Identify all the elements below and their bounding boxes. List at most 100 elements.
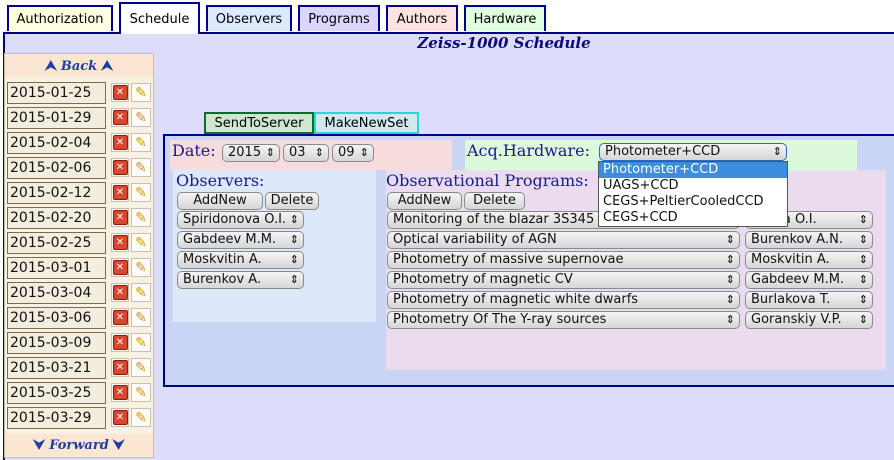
program-author-select[interactable]: Gabdeev M.M. ⇕ bbox=[745, 271, 873, 289]
observer-select[interactable]: Spiridonova O.I. ⇕ bbox=[177, 211, 304, 229]
date-entry[interactable]: 2015-03-21 bbox=[7, 357, 106, 379]
tab-label: Programs bbox=[308, 11, 370, 27]
month-select[interactable]: 03 ⇕ bbox=[283, 144, 329, 162]
addnew-label: AddNew bbox=[193, 193, 247, 208]
program-select[interactable]: Optical variability of AGN ⇕ bbox=[387, 231, 740, 249]
tab-label: Observers bbox=[215, 11, 283, 27]
updown-icon: ⇕ bbox=[772, 145, 782, 158]
program-author-select[interactable]: Burlakova T. ⇕ bbox=[745, 291, 873, 309]
double-down-arrow-icon: ⮟ bbox=[33, 437, 46, 453]
updown-icon: ⇕ bbox=[314, 146, 324, 159]
edit-date-button[interactable]: ✎ bbox=[131, 158, 151, 177]
program-select[interactable]: Photometry of magnetic white dwarfs ⇕ bbox=[387, 291, 740, 309]
pencil-icon: ✎ bbox=[135, 309, 147, 326]
delete-date-button[interactable]: ✕ bbox=[111, 308, 129, 327]
updown-icon: ⇕ bbox=[725, 233, 735, 246]
forward-button[interactable]: ⮟ Forward ⮟ bbox=[5, 434, 153, 456]
edit-date-button[interactable]: ✎ bbox=[131, 233, 151, 252]
delete-date-button[interactable]: ✕ bbox=[111, 158, 129, 177]
hardware-option[interactable]: CEGS+CCD bbox=[599, 210, 787, 226]
tab-label: Hardware bbox=[473, 11, 537, 27]
make-new-set-button[interactable]: MakeNewSet bbox=[314, 112, 419, 134]
delete-date-button[interactable]: ✕ bbox=[111, 408, 129, 427]
tab-authors[interactable]: Authors bbox=[386, 5, 458, 31]
hardware-option[interactable]: Photometer+CCD bbox=[599, 162, 787, 178]
date-entry[interactable]: 2015-01-29 bbox=[7, 107, 106, 129]
date-list: ⮝ Back ⮝ 2015-01-25 ✕ ✎ 2015-01-29 ✕ ✎ 2015-02… bbox=[4, 53, 154, 458]
date-entry[interactable]: 2015-03-09 bbox=[7, 332, 106, 354]
program-name: Photometry Of The Y-ray sources bbox=[393, 312, 607, 327]
observer-select[interactable]: Gabdeev M.M. ⇕ bbox=[177, 231, 304, 249]
delete-date-button[interactable]: ✕ bbox=[111, 258, 129, 277]
date-entry[interactable]: 2015-02-25 bbox=[7, 232, 106, 254]
date-entry[interactable]: 2015-03-01 bbox=[7, 257, 106, 279]
edit-date-button[interactable]: ✎ bbox=[131, 333, 151, 352]
edit-date-button[interactable]: ✎ bbox=[131, 183, 151, 202]
hardware-option[interactable]: CEGS+PeltierCooledCCD bbox=[599, 194, 787, 210]
pencil-icon: ✎ bbox=[135, 359, 147, 376]
day-select[interactable]: 09 ⇕ bbox=[332, 144, 374, 162]
edit-date-button[interactable]: ✎ bbox=[131, 83, 151, 102]
delete-date-button[interactable]: ✕ bbox=[111, 133, 129, 152]
hardware-select[interactable]: Photometer+CCD ⇕ bbox=[599, 143, 787, 161]
edit-date-button[interactable]: ✎ bbox=[131, 258, 151, 277]
tab-observers[interactable]: Observers bbox=[206, 5, 292, 31]
date-entry[interactable]: 2015-01-25 bbox=[7, 82, 106, 104]
delete-program-button[interactable]: Delete bbox=[464, 192, 525, 210]
edit-date-button[interactable]: ✎ bbox=[131, 283, 151, 302]
edit-date-button[interactable]: ✎ bbox=[131, 408, 151, 427]
tab-authorization[interactable]: Authorization bbox=[7, 5, 113, 31]
observer-name: Burenkov A. bbox=[183, 272, 262, 287]
add-observer-button[interactable]: AddNew bbox=[177, 192, 263, 210]
program-select[interactable]: Photometry Of The Y-ray sources ⇕ bbox=[387, 311, 740, 329]
tab-schedule[interactable]: Schedule bbox=[119, 2, 200, 34]
pencil-icon: ✎ bbox=[135, 84, 147, 101]
program-select[interactable]: Photometry of magnetic CV ⇕ bbox=[387, 271, 740, 289]
observers-label: Observers: bbox=[176, 171, 265, 190]
delete-date-button[interactable]: ✕ bbox=[111, 358, 129, 377]
program-author-select[interactable]: Burenkov A.N. ⇕ bbox=[745, 231, 873, 249]
year-select[interactable]: 2015 ⇕ bbox=[222, 144, 280, 162]
delete-date-button[interactable]: ✕ bbox=[111, 233, 129, 252]
program-select[interactable]: Photometry of massive supernovae ⇕ bbox=[387, 251, 740, 269]
edit-date-button[interactable]: ✎ bbox=[131, 308, 151, 327]
date-entry[interactable]: 2015-02-20 bbox=[7, 207, 106, 229]
delete-date-button[interactable]: ✕ bbox=[111, 383, 129, 402]
delete-date-button[interactable]: ✕ bbox=[111, 283, 129, 302]
delete-date-button[interactable]: ✕ bbox=[111, 108, 129, 127]
date-entry[interactable]: 2015-02-06 bbox=[7, 157, 106, 179]
date-entry[interactable]: 2015-02-04 bbox=[7, 132, 106, 154]
addnew-label: AddNew bbox=[397, 193, 452, 208]
updown-icon: ⇕ bbox=[858, 253, 868, 266]
edit-date-button[interactable]: ✎ bbox=[131, 208, 151, 227]
tab-programs[interactable]: Programs bbox=[298, 5, 380, 31]
new-set-label: MakeNewSet bbox=[324, 115, 409, 131]
delete-observer-button[interactable]: Delete bbox=[265, 192, 319, 210]
program-author: Burlakova T. bbox=[751, 292, 831, 307]
program-author-select[interactable]: Goranskiy V.P. ⇕ bbox=[745, 311, 873, 329]
add-program-button[interactable]: AddNew bbox=[387, 192, 462, 210]
date-entry[interactable]: 2015-02-12 bbox=[7, 182, 106, 204]
edit-date-button[interactable]: ✎ bbox=[131, 133, 151, 152]
date-entry[interactable]: 2015-03-29 bbox=[7, 407, 106, 429]
tab-hardware[interactable]: Hardware bbox=[464, 5, 546, 31]
date-entry[interactable]: 2015-03-06 bbox=[7, 307, 106, 329]
edit-date-button[interactable]: ✎ bbox=[131, 383, 151, 402]
hardware-option[interactable]: UAGS+CCD bbox=[599, 178, 787, 194]
updown-icon: ⇕ bbox=[289, 253, 299, 266]
observer-select[interactable]: Burenkov A. ⇕ bbox=[177, 271, 304, 289]
delete-date-button[interactable]: ✕ bbox=[111, 333, 129, 352]
program-author: Gabdeev M.M. bbox=[751, 272, 845, 287]
delete-date-button[interactable]: ✕ bbox=[111, 183, 129, 202]
updown-icon: ⇕ bbox=[289, 273, 299, 286]
back-button[interactable]: ⮝ Back ⮝ bbox=[5, 55, 153, 77]
edit-date-button[interactable]: ✎ bbox=[131, 108, 151, 127]
edit-date-button[interactable]: ✎ bbox=[131, 358, 151, 377]
delete-date-button[interactable]: ✕ bbox=[111, 208, 129, 227]
date-entry[interactable]: 2015-03-25 bbox=[7, 382, 106, 404]
send-to-server-button[interactable]: SendToServer bbox=[204, 112, 314, 134]
delete-date-button[interactable]: ✕ bbox=[111, 83, 129, 102]
program-author-select[interactable]: Moskvitin A. ⇕ bbox=[745, 251, 873, 269]
observer-select[interactable]: Moskvitin A. ⇕ bbox=[177, 251, 304, 269]
date-entry[interactable]: 2015-03-04 bbox=[7, 282, 106, 304]
